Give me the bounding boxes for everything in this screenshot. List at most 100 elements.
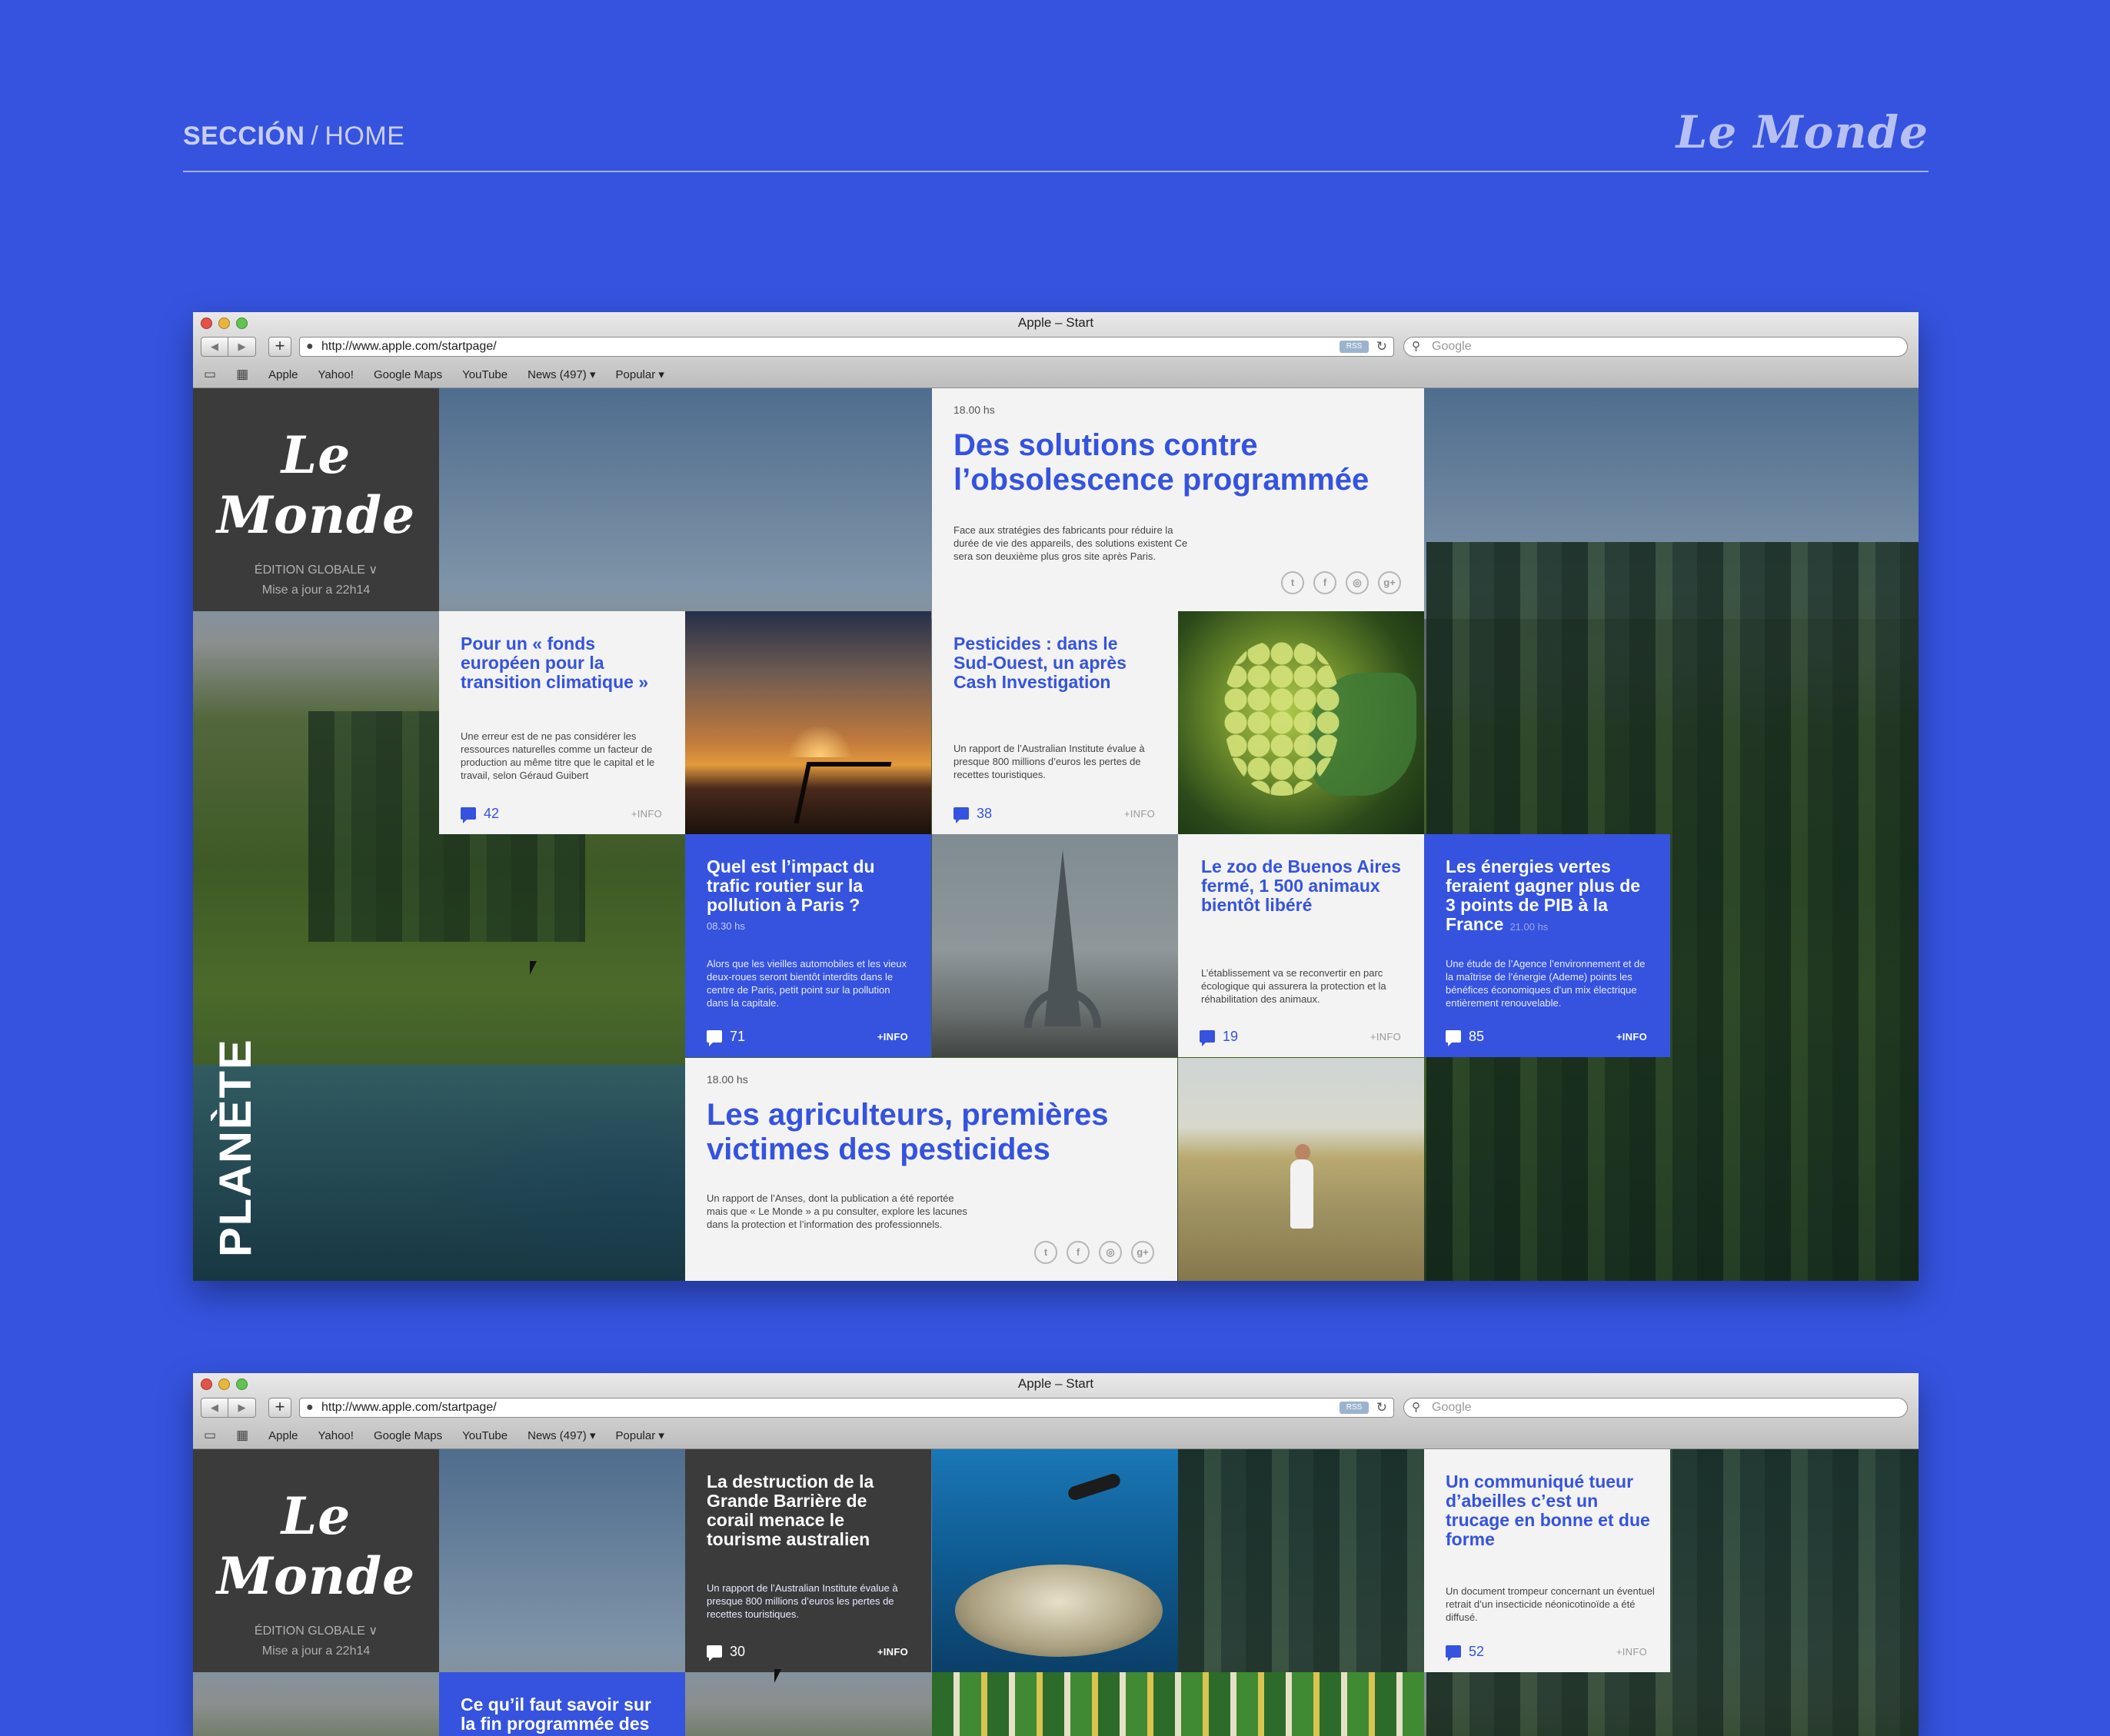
- article-summary: Face aux stratégies des fabricants pour …: [953, 524, 1188, 562]
- rss-button[interactable]: RSS: [1340, 1402, 1369, 1414]
- bookmark-youtube[interactable]: YouTube: [462, 368, 508, 381]
- facebook-icon[interactable]: f: [1313, 571, 1336, 594]
- url-field[interactable]: ● http://www.apple.com/startpage/ RSS ↻: [299, 337, 1394, 357]
- article-title[interactable]: Des solutions contre l’obsolescence prog…: [953, 428, 1401, 497]
- edition-selector[interactable]: ÉDITION GLOBALE ∨: [193, 562, 439, 577]
- background-lake: [193, 1065, 685, 1281]
- bookmark-google-maps[interactable]: Google Maps: [374, 1429, 442, 1442]
- featured-article-top[interactable]: 18.00 hs Des solutions contre l’obsolesc…: [932, 388, 1424, 611]
- article-title[interactable]: Pour un « fonds européen pour la transit…: [461, 634, 667, 692]
- bookmark-yahoo[interactable]: Yahoo!: [318, 368, 354, 381]
- update-time: Mise a jour a 22h14: [261, 1645, 371, 1658]
- forward-button[interactable]: ▶: [228, 1398, 256, 1418]
- article-title[interactable]: Quel est l’impact du trafic routier sur …: [707, 857, 913, 915]
- more-info-link[interactable]: +INFO: [1616, 1031, 1647, 1043]
- bookmark-google-maps[interactable]: Google Maps: [374, 368, 442, 381]
- background-forest-center: [1178, 1449, 1424, 1672]
- google-plus-icon[interactable]: g+: [1378, 571, 1401, 594]
- google-plus-icon[interactable]: g+: [1131, 1241, 1154, 1264]
- article-footer: 85 +INFO: [1446, 1028, 1647, 1046]
- section-name-vertical: PLANÈTE: [211, 1038, 261, 1257]
- facebook-icon[interactable]: f: [1067, 1241, 1090, 1264]
- minimize-window-button[interactable]: [218, 1378, 230, 1390]
- close-window-button[interactable]: [201, 1378, 212, 1390]
- instagram-icon[interactable]: ◎: [1346, 571, 1369, 594]
- featured-article-bottom[interactable]: 18.00 hs Les agriculteurs, premières vic…: [685, 1058, 1177, 1281]
- comments-link[interactable]: 52: [1446, 1644, 1484, 1661]
- site-logo[interactable]: Le Monde: [193, 1486, 439, 1606]
- browser-window-2: Apple – Start ◀ ▶ + ● http://www.apple.c…: [193, 1373, 1919, 1736]
- mouse-cursor-icon: [774, 1669, 781, 1683]
- reload-icon[interactable]: ↻: [1376, 1398, 1387, 1417]
- article-card-energies[interactable]: Les énergies vertes feraient gagner plus…: [1424, 834, 1670, 1057]
- article-card-abeilles[interactable]: Un communiqué tueur d’abeilles c’est un …: [1424, 1449, 1670, 1672]
- minimize-window-button[interactable]: [218, 318, 230, 329]
- add-bookmark-button[interactable]: +: [268, 1398, 291, 1418]
- article-card-pesticides-sud-ouest[interactable]: Pesticides : dans le Sud-Ouest, un après…: [932, 611, 1178, 834]
- article-title[interactable]: Un communiqué tueur d’abeilles c’est un …: [1446, 1472, 1655, 1549]
- back-button[interactable]: ◀: [201, 1398, 228, 1418]
- more-info-link[interactable]: +INFO: [877, 1646, 908, 1658]
- grid-icon[interactable]: ▦: [236, 367, 248, 382]
- comment-count: 71: [730, 1028, 746, 1044]
- grid-icon[interactable]: ▦: [236, 1428, 248, 1443]
- twitter-icon[interactable]: t: [1034, 1241, 1057, 1264]
- article-time: 18.00 hs: [707, 1073, 748, 1086]
- article-card-fonds[interactable]: Pour un « fonds européen pour la transit…: [439, 611, 685, 834]
- comments-link[interactable]: 85: [1446, 1029, 1484, 1046]
- article-footer: 71 +INFO: [707, 1028, 908, 1046]
- reload-icon[interactable]: ↻: [1376, 338, 1387, 356]
- search-icon: ⚲: [1412, 1401, 1420, 1414]
- article-title[interactable]: Ce qu’il faut savoir sur la fin programm…: [461, 1695, 670, 1734]
- article-summary: Un rapport de l’Australian Institute éva…: [707, 1582, 898, 1620]
- bookmark-popular[interactable]: Popular ▾: [616, 367, 664, 381]
- photo-grapes: [1178, 611, 1424, 834]
- comments-link[interactable]: 38: [953, 806, 992, 823]
- bookmark-news[interactable]: News (497) ▾: [528, 367, 595, 381]
- url-field[interactable]: ● http://www.apple.com/startpage/ RSS ↻: [299, 1398, 1394, 1418]
- comments-link[interactable]: 71: [707, 1028, 746, 1046]
- more-info-link[interactable]: +INFO: [1616, 1646, 1647, 1658]
- edition-selector[interactable]: ÉDITION GLOBALE ∨: [193, 1623, 439, 1638]
- more-info-link[interactable]: +INFO: [877, 1031, 908, 1043]
- close-window-button[interactable]: [201, 318, 212, 329]
- bookmark-apple[interactable]: Apple: [268, 368, 298, 381]
- coral-reef: [955, 1565, 1163, 1657]
- comments-link[interactable]: 42: [461, 806, 499, 823]
- twitter-icon[interactable]: t: [1281, 571, 1304, 594]
- more-info-link[interactable]: +INFO: [631, 808, 662, 820]
- book-icon[interactable]: ▭: [204, 1428, 216, 1443]
- comments-link[interactable]: 19: [1200, 1029, 1238, 1046]
- article-title[interactable]: Pesticides : dans le Sud-Ouest, un après…: [953, 634, 1160, 692]
- back-button[interactable]: ◀: [201, 337, 228, 357]
- comments-link[interactable]: 30: [707, 1644, 745, 1661]
- more-info-link[interactable]: +INFO: [1370, 1031, 1401, 1043]
- article-card-trafic[interactable]: Quel est l’impact du trafic routier sur …: [685, 834, 931, 1057]
- bookmark-popular[interactable]: Popular ▾: [616, 1428, 664, 1442]
- search-field[interactable]: ⚲ Google: [1403, 1398, 1908, 1418]
- zoom-window-button[interactable]: [236, 318, 248, 329]
- forward-button[interactable]: ▶: [228, 337, 256, 357]
- article-title[interactable]: Le zoo de Buenos Aires fermé, 1 500 anim…: [1201, 857, 1409, 915]
- add-bookmark-button[interactable]: +: [268, 337, 291, 357]
- more-info-link[interactable]: +INFO: [1124, 808, 1155, 820]
- site-logo[interactable]: Le Monde: [193, 425, 439, 545]
- article-card-zoo[interactable]: Le zoo de Buenos Aires fermé, 1 500 anim…: [1178, 834, 1424, 1057]
- article-title[interactable]: Les agriculteurs, premières victimes des…: [707, 1098, 1154, 1167]
- bookmark-apple[interactable]: Apple: [268, 1429, 298, 1442]
- bookmark-news[interactable]: News (497) ▾: [528, 1428, 595, 1442]
- article-card-fin-programmee[interactable]: Ce qu’il faut savoir sur la fin programm…: [439, 1672, 685, 1736]
- article-card-barriere-corail[interactable]: La destruction de la Grande Barrière de …: [685, 1449, 931, 1672]
- photo-coral-reef-diver: [932, 1449, 1178, 1672]
- zoom-window-button[interactable]: [236, 1378, 248, 1390]
- instagram-icon[interactable]: ◎: [1099, 1241, 1122, 1264]
- search-field[interactable]: ⚲ Google: [1403, 337, 1908, 357]
- bookmark-yahoo[interactable]: Yahoo!: [318, 1429, 354, 1442]
- article-title[interactable]: Les énergies vertes feraient gagner plus…: [1446, 857, 1655, 936]
- browser-chrome: Apple – Start ◀ ▶ + ● http://www.apple.c…: [193, 312, 1919, 388]
- bookmarks-bar: ▭ ▦ Apple Yahoo! Google Maps YouTube New…: [193, 1422, 1919, 1448]
- article-title[interactable]: La destruction de la Grande Barrière de …: [707, 1472, 916, 1549]
- bookmark-youtube[interactable]: YouTube: [462, 1429, 508, 1442]
- book-icon[interactable]: ▭: [204, 367, 216, 382]
- rss-button[interactable]: RSS: [1340, 341, 1369, 353]
